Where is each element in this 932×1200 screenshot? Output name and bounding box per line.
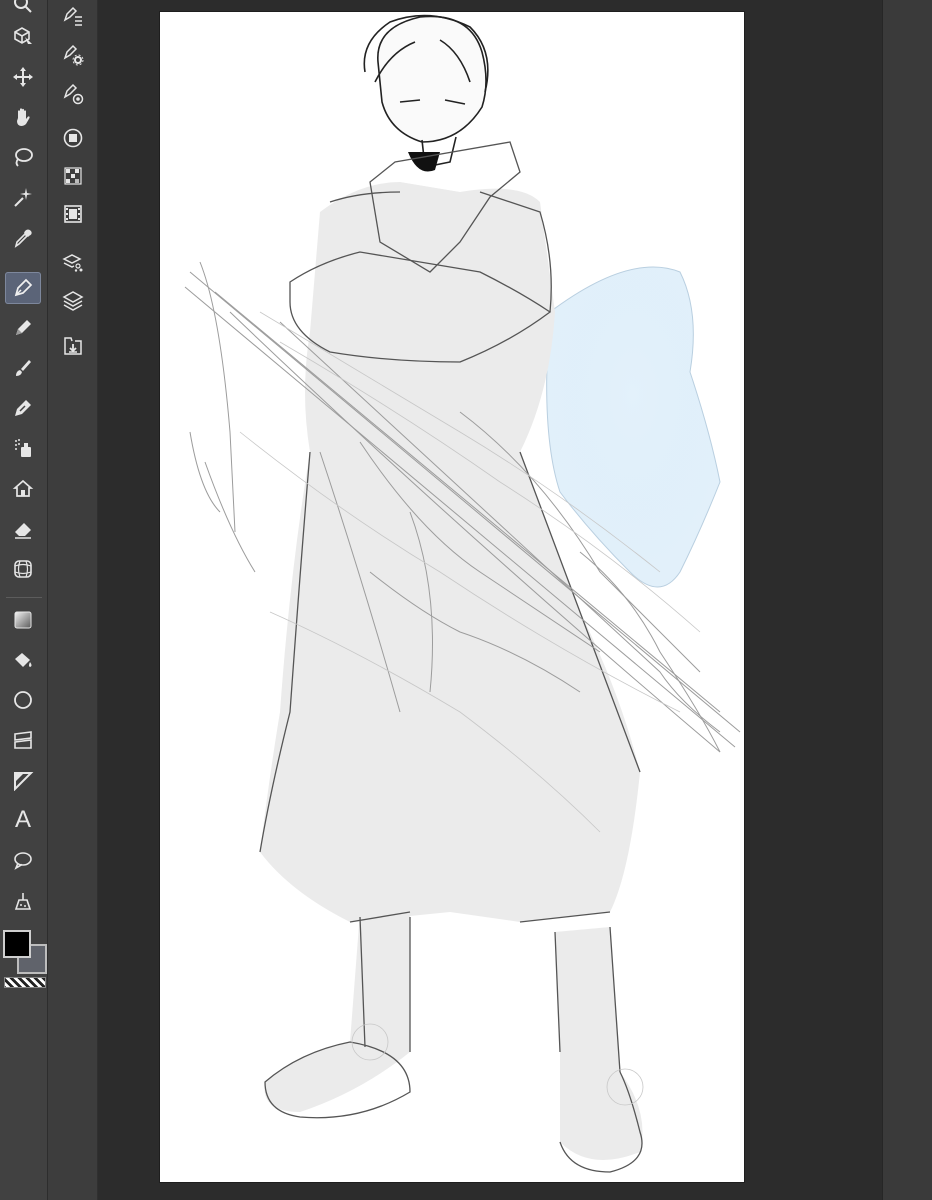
sub-tool-settings-button[interactable] xyxy=(58,41,88,69)
color-circle-icon xyxy=(63,128,83,148)
transparent-color-swatch[interactable] xyxy=(4,977,46,988)
eyedropper-tool-button[interactable] xyxy=(5,222,41,254)
subtool-list-icon xyxy=(63,6,82,26)
magic-wand-icon xyxy=(14,188,32,207)
move-tool-button[interactable] xyxy=(5,61,41,93)
text-icon: A xyxy=(14,806,31,833)
layers-stack-icon xyxy=(62,291,84,311)
lasso-tool-button[interactable] xyxy=(5,141,41,173)
speech-balloon-icon xyxy=(14,852,32,870)
decoration-tool-button[interactable] xyxy=(5,472,41,504)
zoom-icon xyxy=(14,0,32,13)
correct-line-tool-button[interactable] xyxy=(5,885,41,917)
right-dock-panel xyxy=(882,0,932,1200)
gradient-tool-button[interactable] xyxy=(5,604,41,636)
frame-tool-button[interactable] xyxy=(5,724,41,756)
pencil-icon xyxy=(16,320,31,335)
ruler-icon xyxy=(14,772,34,791)
operation-tool-button[interactable] xyxy=(5,20,41,52)
sub-tool-list-button[interactable] xyxy=(58,3,88,31)
zoom-tool-button[interactable] xyxy=(5,0,41,20)
fill-tool-button[interactable] xyxy=(5,644,41,676)
foreground-color-swatch[interactable] xyxy=(3,930,31,958)
airbrush-tool-button[interactable] xyxy=(5,392,41,424)
ruler-tool-button[interactable] xyxy=(5,764,41,796)
airbrush-icon xyxy=(15,400,31,416)
spray-icon xyxy=(15,439,31,457)
material-download-icon xyxy=(64,337,82,355)
balloon-tool-button[interactable] xyxy=(5,844,41,876)
pen-tool-button[interactable] xyxy=(5,272,41,304)
tool-palette: A xyxy=(0,0,48,1200)
blend-tool-button[interactable] xyxy=(5,553,41,585)
eyedropper-icon xyxy=(14,229,32,248)
spray-tool-button[interactable] xyxy=(5,432,41,464)
layers-button[interactable] xyxy=(58,286,88,314)
brush-tool-button[interactable] xyxy=(5,352,41,384)
lasso-icon xyxy=(15,148,33,167)
film-strip-icon xyxy=(64,205,82,223)
material-button[interactable] xyxy=(58,332,88,360)
sketch-illustration xyxy=(184,14,741,1173)
grid-blend-icon xyxy=(14,560,32,578)
house-decoration-icon xyxy=(12,479,34,497)
color-set-icon xyxy=(64,167,82,185)
subtool-settings-icon xyxy=(63,44,84,66)
text-tool-button[interactable]: A xyxy=(5,804,41,836)
tool-divider xyxy=(6,597,42,598)
layer-property-icon xyxy=(62,254,83,272)
color-set-button[interactable] xyxy=(58,162,88,190)
correct-line-icon xyxy=(14,893,32,910)
sub-tool-detail-button[interactable] xyxy=(58,80,88,108)
animation-button[interactable] xyxy=(58,200,88,228)
frame-border-icon xyxy=(14,731,32,749)
brush-icon xyxy=(16,360,31,376)
figure-tool-button[interactable] xyxy=(5,684,41,716)
drawing-canvas[interactable] xyxy=(160,12,744,1182)
layer-property-button[interactable] xyxy=(58,248,88,276)
circle-figure-icon xyxy=(14,691,32,709)
palette-bar xyxy=(48,0,98,1200)
eraser-tool-button[interactable] xyxy=(5,513,41,545)
gradient-icon xyxy=(14,611,32,629)
move-arrows-icon xyxy=(13,67,33,87)
subtool-detail-icon xyxy=(63,83,84,105)
color-wheel-button[interactable] xyxy=(58,124,88,152)
fill-bucket-icon xyxy=(15,653,32,667)
operation-cube-icon xyxy=(14,27,32,44)
pencil-tool-button[interactable] xyxy=(5,312,41,344)
auto-select-tool-button[interactable] xyxy=(5,181,41,213)
pen-nib-icon xyxy=(14,278,33,297)
eraser-icon xyxy=(15,523,31,539)
hand-tool-button[interactable] xyxy=(5,101,41,133)
hand-icon xyxy=(17,108,30,126)
